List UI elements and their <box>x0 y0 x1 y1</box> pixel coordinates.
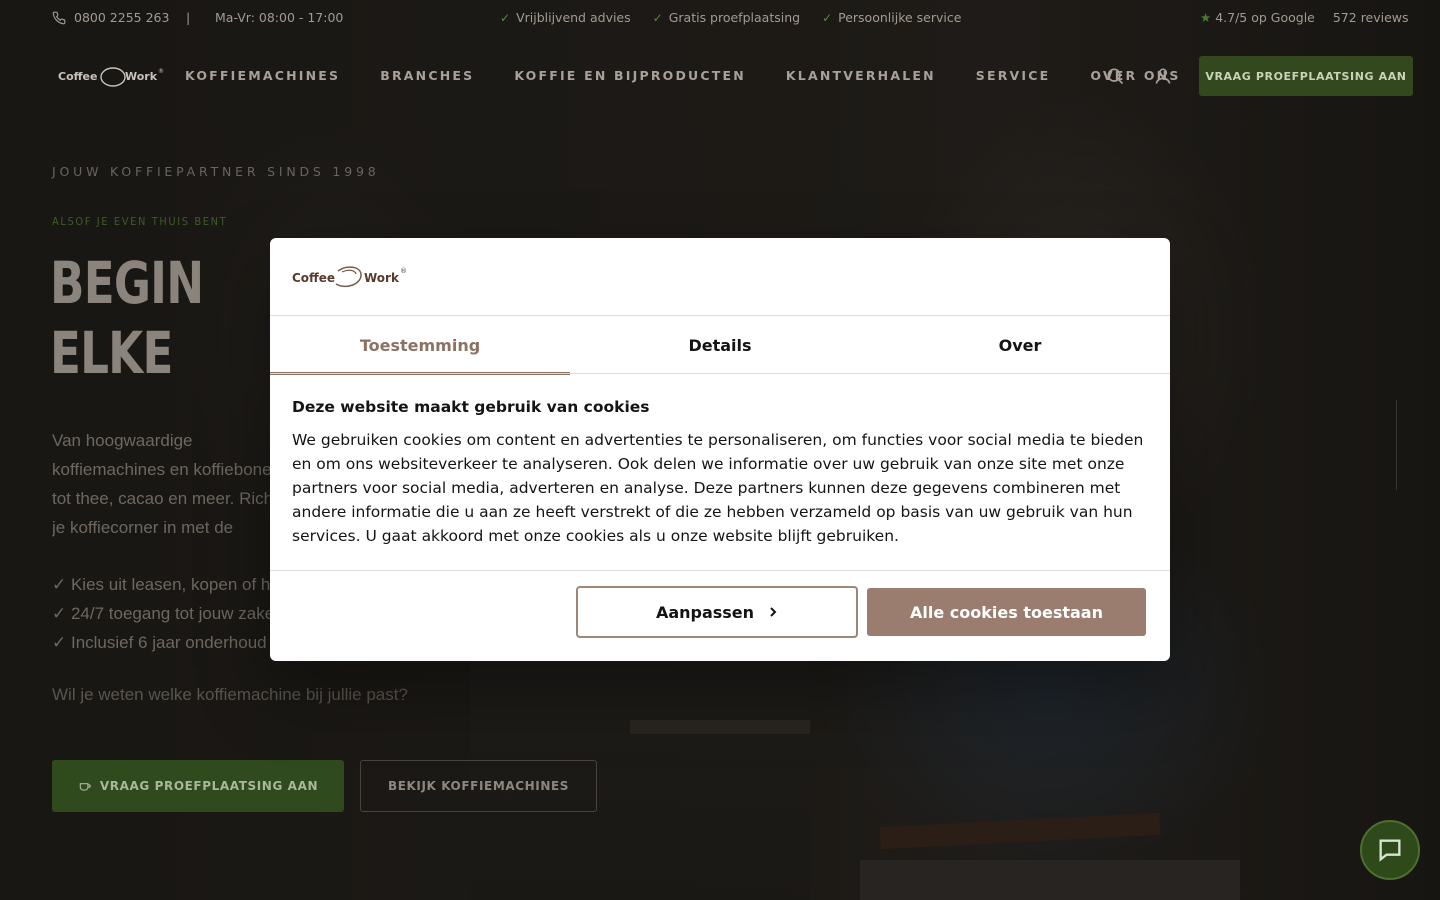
hero-question: Wil je weten welke koffiemachine bij jul… <box>52 685 408 704</box>
check-icon: ✓ <box>500 10 511 25</box>
benefit-item: ✓ 24/7 toegang tot jouw zakelijke omgevi… <box>52 604 282 623</box>
usp-label: Gratis proefplaatsing <box>668 10 801 25</box>
star-icon: ★ <box>1200 10 1212 25</box>
button-label: Aanpassen <box>655 602 755 622</box>
dialog-logo: Coffee Work ® <box>292 262 408 292</box>
search-icon[interactable] <box>1105 66 1125 86</box>
tab-over[interactable]: Over <box>870 316 1170 374</box>
coffee-cup-icon <box>79 783 91 791</box>
topbar-separator: | <box>186 10 191 25</box>
rating-label: 4.7/5 op Google <box>1215 10 1315 25</box>
divider <box>270 570 1170 571</box>
chat-icon <box>1379 839 1401 862</box>
nav-item-branches[interactable]: BRANCHES <box>380 68 474 83</box>
cookie-consent-dialog: Coffee Work ® Toestemming Details Over D… <box>270 238 1170 661</box>
main-navigation: Coffee Work ® KOFFIEMACHINES BRANCHES KO… <box>0 52 1440 100</box>
svg-text:Coffee: Coffee <box>58 70 97 83</box>
usp-item: ✓ Persoonlijke service <box>822 10 961 25</box>
check-icon: ✓ <box>652 10 663 25</box>
tab-toestemming[interactable]: Toestemming <box>270 316 570 375</box>
svg-text:Work: Work <box>364 271 400 285</box>
usp-label: Vrijblijvend advies <box>516 10 631 25</box>
usp-item: ✓ Gratis proefplaatsing <box>653 10 800 25</box>
divider <box>270 373 1170 374</box>
phone-link[interactable]: 0800 2255 263 <box>52 10 169 25</box>
site-logo[interactable]: Coffee Work ® <box>58 62 164 90</box>
rating-score: ★ 4.7/5 op Google <box>1200 10 1315 25</box>
usp-item: ✓ Vrijblijvend advies <box>500 10 631 25</box>
headline-line: BEGIN ELKE <box>50 249 204 387</box>
chevron-right-icon <box>770 607 777 617</box>
check-icon: ✓ <box>822 10 833 25</box>
accept-all-button[interactable]: Alle cookies toestaan <box>867 588 1146 636</box>
phone-number: 0800 2255 263 <box>74 10 170 25</box>
nav-item-klantverhalen[interactable]: KLANTVERHALEN <box>786 68 936 83</box>
top-bar: 0800 2255 263 | Ma-Vr: 08:00 - 17:00 ✓ Vr… <box>0 0 1440 36</box>
chat-button[interactable] <box>1360 820 1420 880</box>
dialog-tabs: Toestemming Details Over <box>270 316 1170 375</box>
user-icon[interactable] <box>1153 66 1173 86</box>
hero-eyebrow: JOUW KOFFIEPARTNER SINDS 1998 <box>52 164 380 179</box>
usp-list: ✓ Vrijblijvend advies ✓ Gratis proefplaats… <box>500 10 961 25</box>
headline-line: BARISTA-K <box>50 388 276 398</box>
coffee-at-work-logo: Coffee Work ® <box>58 67 164 87</box>
hero-headline: BEGIN ELKE BARISTA-K <box>50 248 276 398</box>
hero-benefits-list: ✓ Kies uit leasen, kopen of huren ✓ 24/7… <box>52 570 282 660</box>
dialog-title: Deze website maakt gebruik van cookies <box>292 398 650 416</box>
opening-hours: Ma-Vr: 08:00 - 17:00 <box>215 10 344 25</box>
tab-details[interactable]: Details <box>570 316 870 374</box>
svg-text:Work: Work <box>125 70 158 83</box>
coffee-at-work-logo: Coffee Work ® <box>292 266 407 288</box>
google-rating[interactable]: ★ 4.7/5 op Google 572 reviews <box>1200 10 1409 25</box>
customize-button[interactable]: Aanpassen <box>576 586 858 638</box>
svg-text:Coffee: Coffee <box>292 271 335 285</box>
svg-text:®: ® <box>158 68 164 75</box>
nav-menu: KOFFIEMACHINES BRANCHES KOFFIE EN BIJPRO… <box>185 68 1181 83</box>
dialog-body: We gebruiken cookies om content en adver… <box>292 431 1144 545</box>
hero-description: Van hoogwaardige koffiemachines en koffi… <box>52 431 282 537</box>
hero-tagline: ALSOF JE EVEN THUIS BENT <box>52 215 228 228</box>
benefit-item: ✓ Inclusief 6 jaar onderhoud <box>52 633 267 652</box>
nav-item-koffiemachines[interactable]: KOFFIEMACHINES <box>185 68 340 83</box>
usp-label: Persoonlijke service <box>838 10 962 25</box>
nav-item-service[interactable]: SERVICE <box>976 68 1051 83</box>
benefit-item: ✓ Kies uit leasen, kopen of huren <box>52 575 282 594</box>
view-machines-button[interactable]: BEKIJK KOFFIEMACHINES <box>360 760 597 812</box>
request-trial-hero-button[interactable]: VRAAG PROEFPLAATSING AAN <box>52 760 344 812</box>
review-count: 572 reviews <box>1332 10 1409 25</box>
svg-text:®: ® <box>400 267 407 275</box>
nav-item-koffie-en-bijproducten[interactable]: KOFFIE EN BIJPRODUCTEN <box>514 68 746 83</box>
request-trial-button[interactable]: VRAAG PROEFPLAATSING AAN <box>1199 56 1413 96</box>
phone-icon <box>52 11 66 24</box>
side-scroll-indicator <box>1396 400 1410 490</box>
button-label: VRAAG PROEFPLAATSING AAN <box>99 779 319 793</box>
